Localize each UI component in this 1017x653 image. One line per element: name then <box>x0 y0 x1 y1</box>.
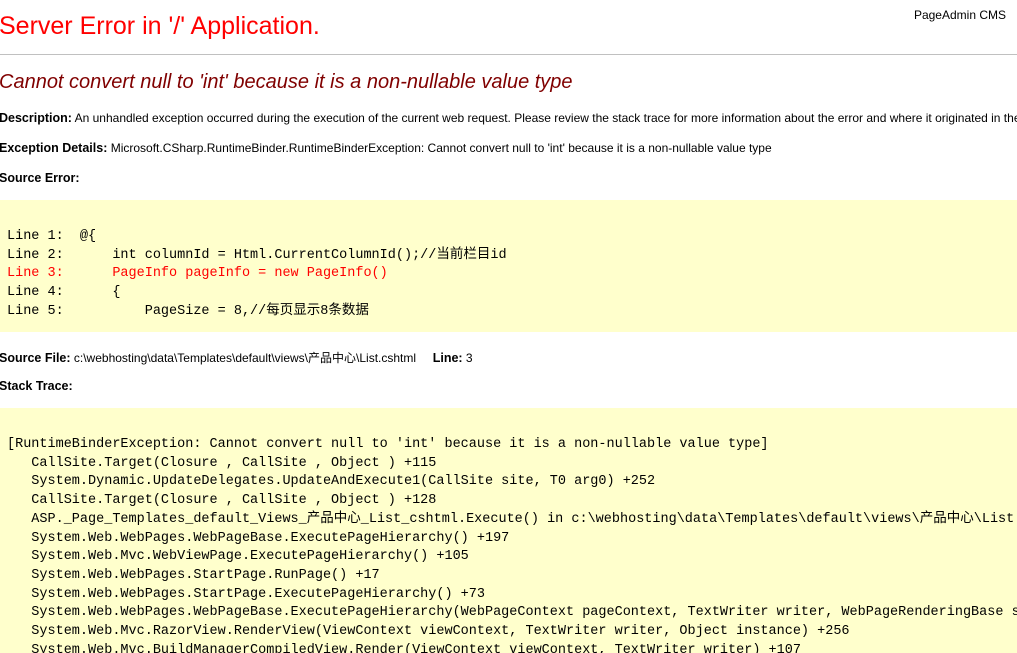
source-error-box: Line 1: @{ Line 2: int columnId = Html.Cu… <box>0 200 1017 332</box>
stack-line: System.Dynamic.UpdateDelegates.UpdateAnd… <box>7 474 656 490</box>
stack-line: System.Web.Mvc.RazorView.RenderView(View… <box>7 624 850 640</box>
page-title: Server Error in '/' Application. <box>0 12 320 40</box>
stack-line: CallSite.Target(Closure , CallSite , Obj… <box>7 455 437 471</box>
source-error-label: Source Error: <box>0 171 80 185</box>
source-code-block: Line 1: @{ Line 2: int columnId = Html.Cu… <box>0 200 1017 322</box>
exception-details-label: Exception Details: <box>0 141 108 155</box>
line-number-label: Line: <box>432 351 463 365</box>
stack-line: System.Web.WebPages.WebPageBase.ExecuteP… <box>7 605 1017 621</box>
source-line-2: Line 2: int columnId = Html.CurrentColum… <box>7 247 507 263</box>
stack-trace-block: [RuntimeBinderException: Cannot convert … <box>0 408 1017 653</box>
error-page: PageAdmin CMS Server Error in '/' Applic… <box>0 0 1017 653</box>
source-line-5: Line 5: PageSize = 8,//每页显示8条数据 <box>7 303 369 319</box>
line-number-value: 3 <box>465 351 473 365</box>
source-line-4: Line 4: { <box>7 285 121 301</box>
stack-line: CallSite.Target(Closure , CallSite , Obj… <box>7 493 437 509</box>
brand-label: PageAdmin CMS <box>913 8 1006 22</box>
source-error-row: Source Error: <box>0 171 80 185</box>
source-line-1: Line 1: @{ <box>7 229 97 244</box>
source-file-row: Source File: c:\webhosting\data\Template… <box>0 349 473 366</box>
description-label: Description: <box>0 111 72 125</box>
stack-line: System.Web.WebPages.WebPageBase.ExecuteP… <box>7 530 510 546</box>
stack-line: ASP._Page_Templates_default_Views_产品中心_L… <box>7 511 1017 527</box>
description-row: Description: An unhandled exception occu… <box>0 111 1017 125</box>
stack-trace-box: [RuntimeBinderException: Cannot convert … <box>0 408 1017 653</box>
stack-line: System.Web.Mvc.BuildManagerCompiledView.… <box>7 642 801 653</box>
exception-details-row: Exception Details: Microsoft.CSharp.Runt… <box>0 141 772 155</box>
source-file-path: c:\webhosting\data\Templates\default\vie… <box>73 351 417 365</box>
description-text: An unhandled exception occurred during t… <box>74 111 1017 125</box>
source-file-label: Source File: <box>0 351 71 365</box>
stack-trace-label: Stack Trace: <box>0 379 73 393</box>
source-line-3-error: Line 3: PageInfo pageInfo = new PageInfo… <box>7 266 388 282</box>
error-message: Cannot convert null to 'int' because it … <box>0 71 573 93</box>
stack-line: [RuntimeBinderException: Cannot convert … <box>7 437 769 452</box>
stack-line: System.Web.Mvc.WebViewPage.ExecutePageHi… <box>7 549 469 565</box>
stack-line: System.Web.WebPages.StartPage.ExecutePag… <box>7 586 485 602</box>
stack-trace-row: Stack Trace: <box>0 379 73 393</box>
title-divider <box>0 54 1017 55</box>
exception-details-text: Microsoft.CSharp.RuntimeBinder.RuntimeBi… <box>110 141 772 155</box>
stack-line: System.Web.WebPages.StartPage.RunPage() … <box>7 567 380 583</box>
